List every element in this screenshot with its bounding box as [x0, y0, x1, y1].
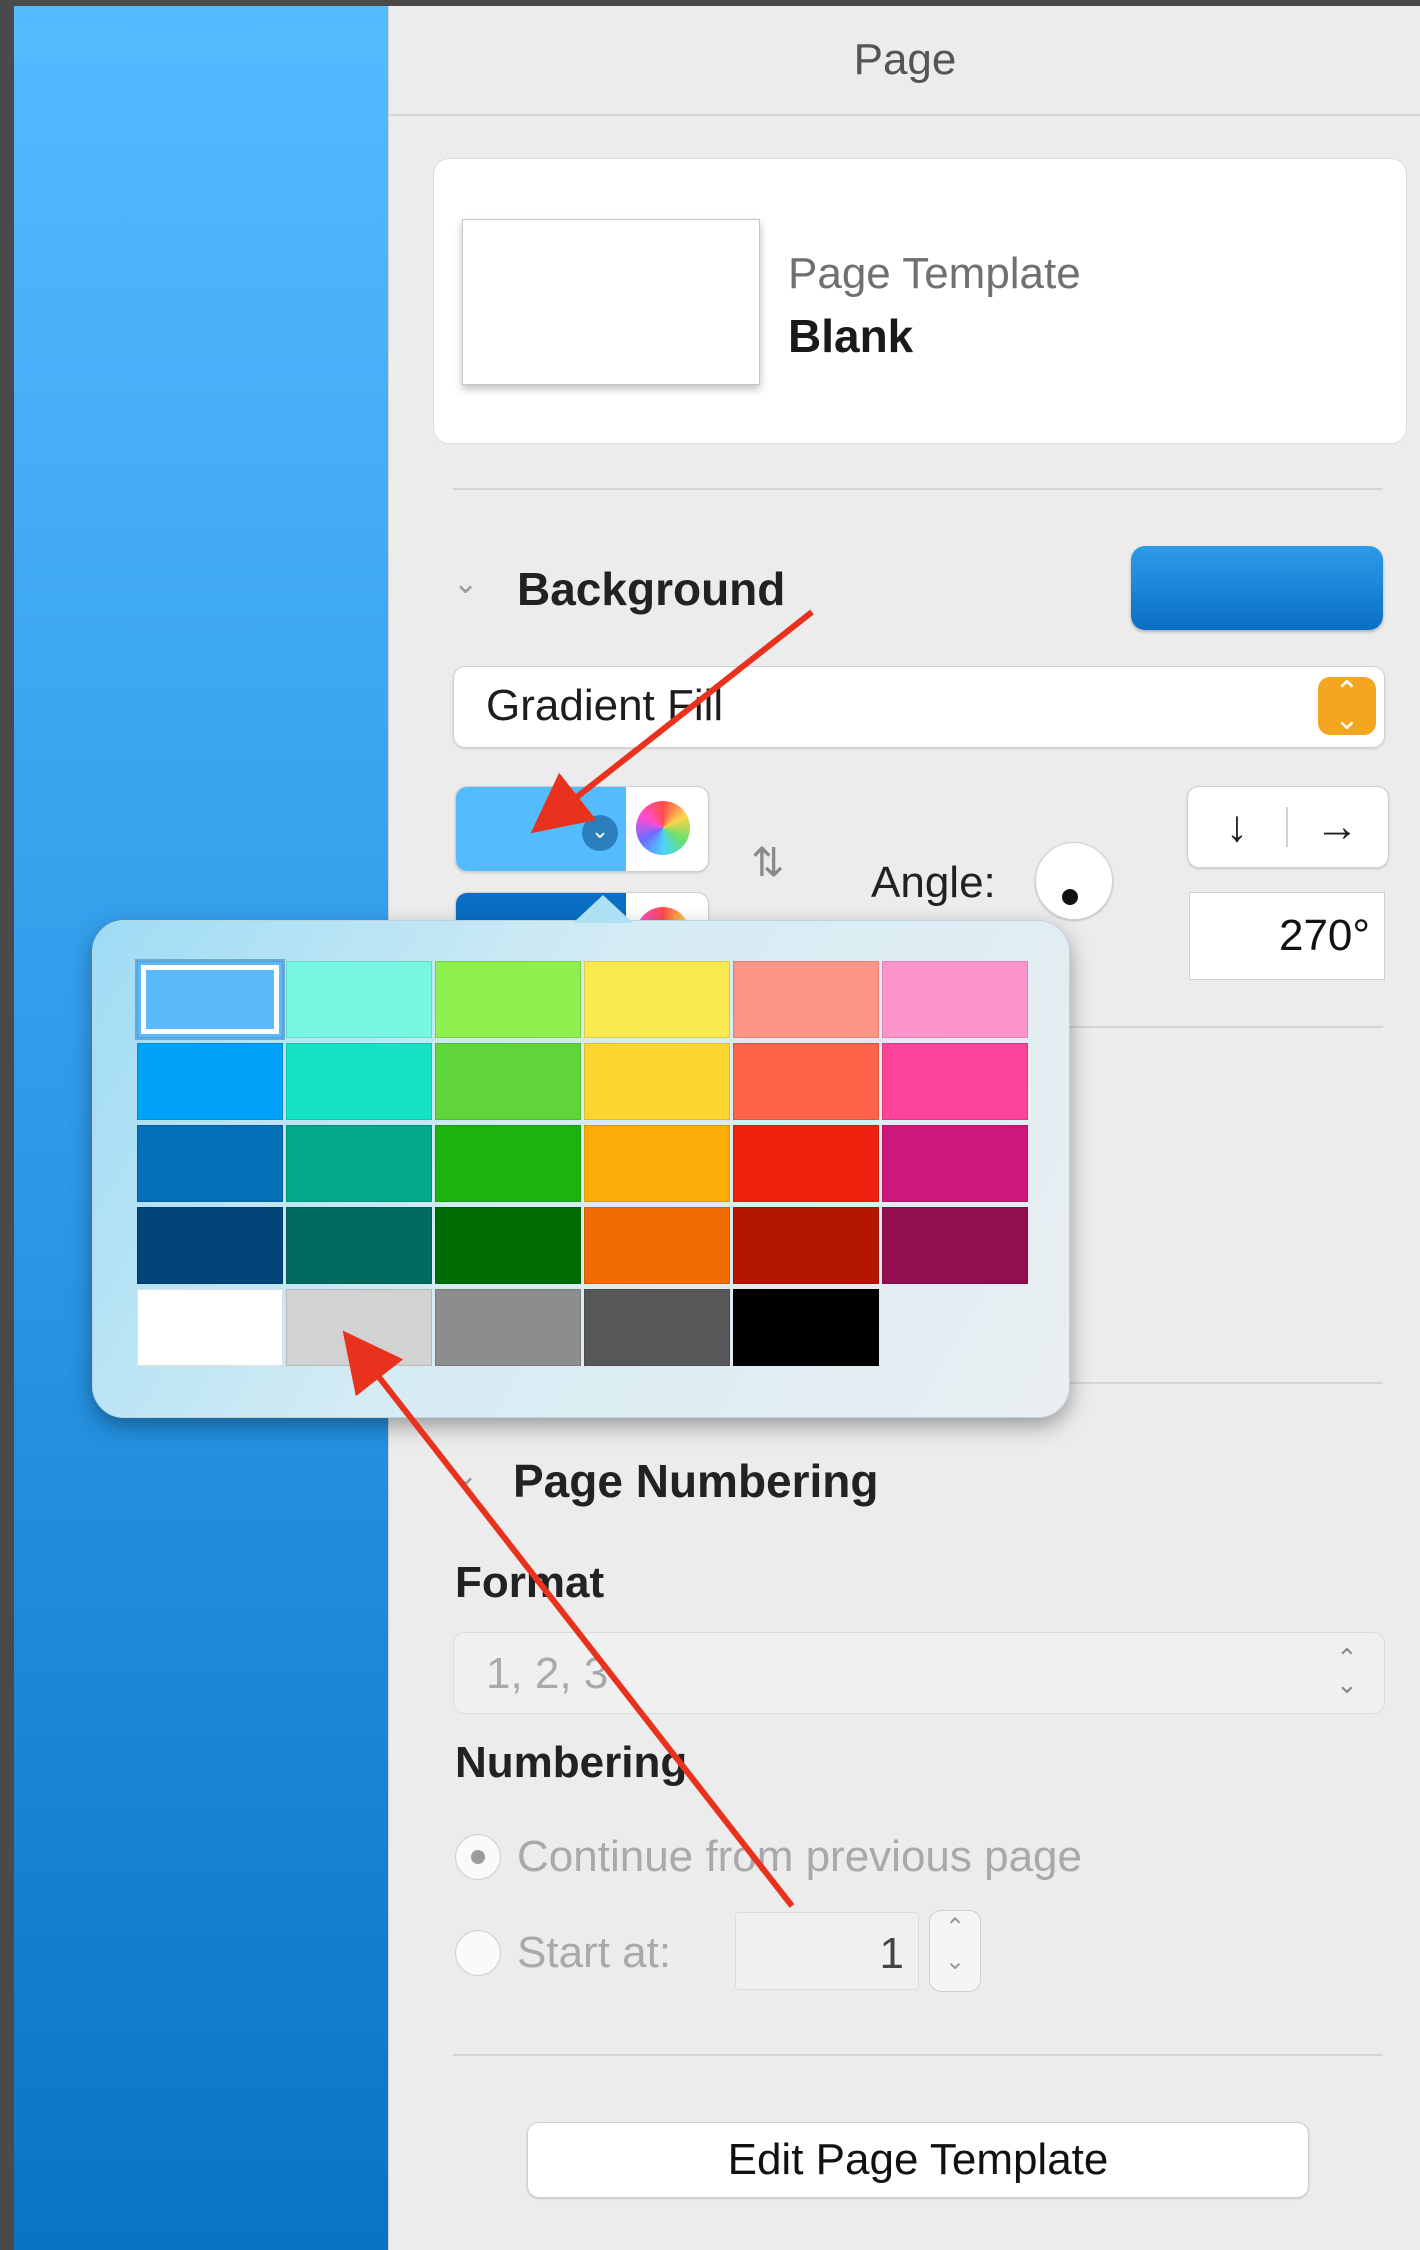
annotation-arrow-to-gray-swatch: [342, 1330, 795, 1908]
annotation-arrow-to-color-well: [530, 609, 814, 834]
annotation-arrows: [342, 609, 814, 1908]
